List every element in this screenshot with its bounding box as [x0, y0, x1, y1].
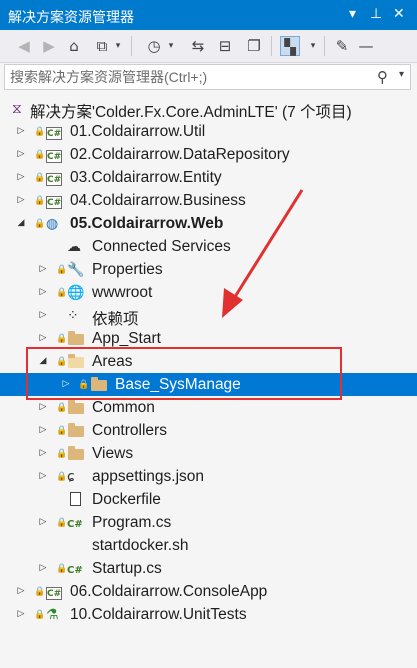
annotation-arrow [222, 189, 304, 318]
